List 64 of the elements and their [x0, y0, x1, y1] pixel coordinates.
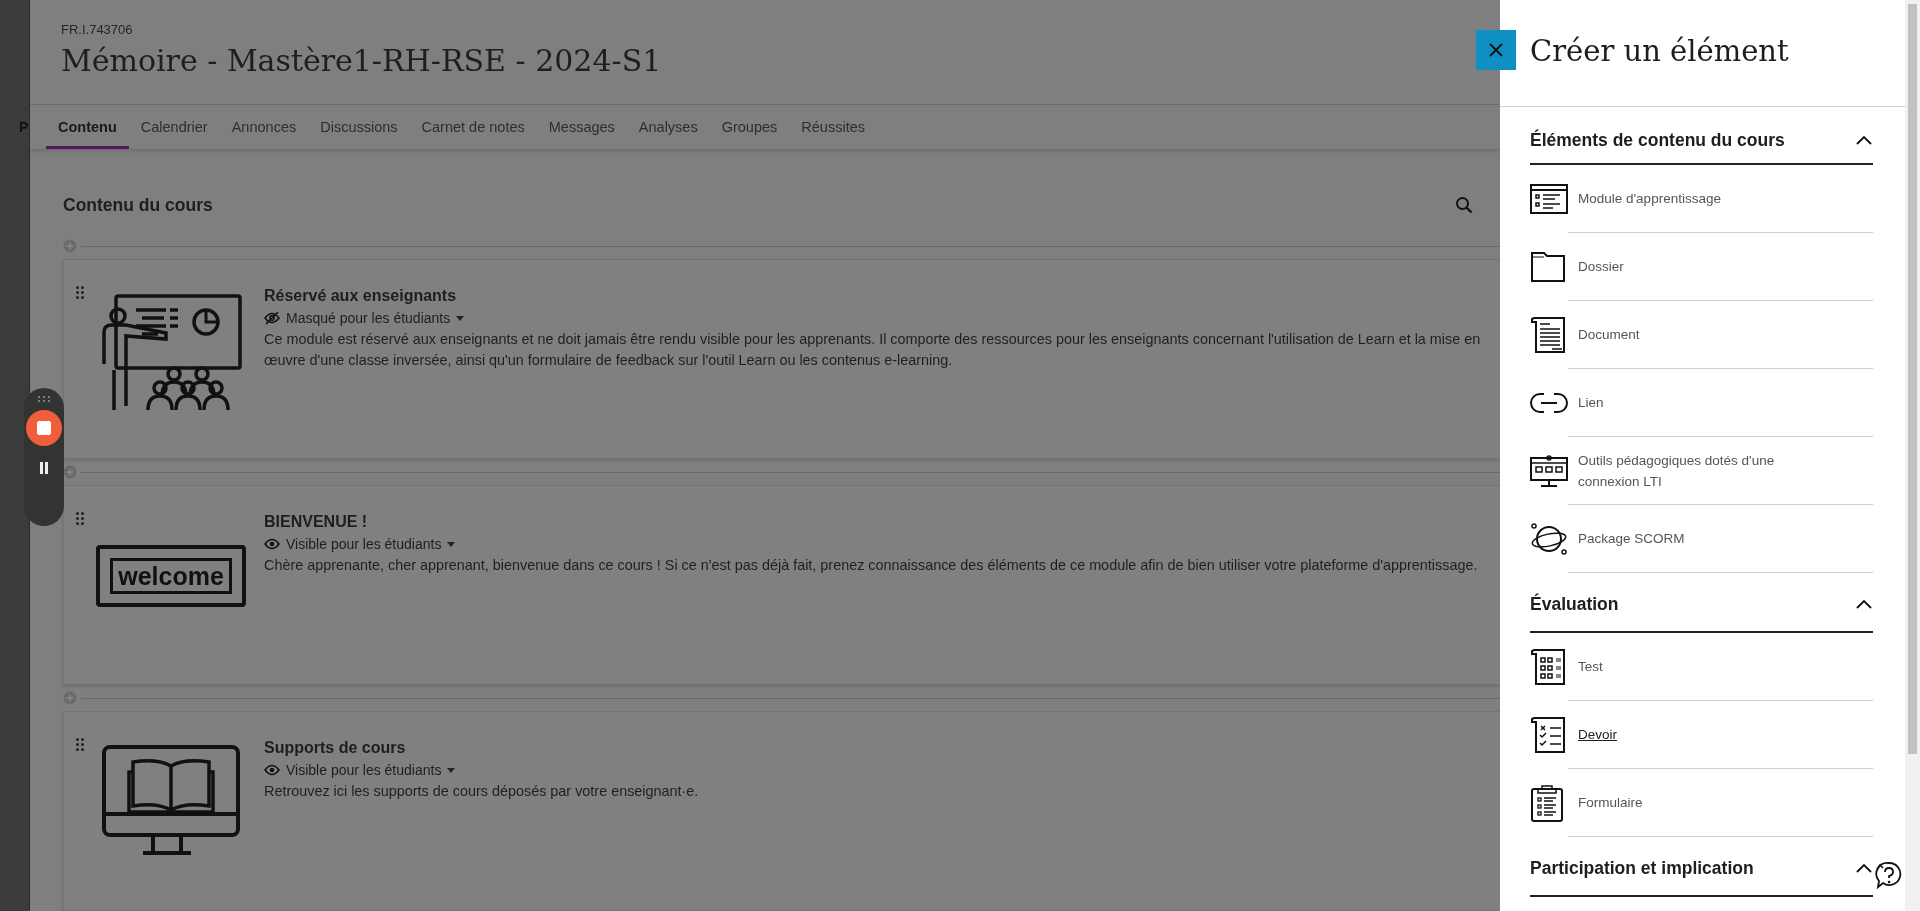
monitor-icon — [1530, 454, 1568, 488]
course-tab[interactable]: Calendrier — [128, 104, 220, 149]
course-tab[interactable]: Carnet de notes — [409, 104, 537, 149]
module-title[interactable]: Réservé aux enseignants — [264, 287, 1486, 305]
create-option-link[interactable]: Devoir — [1568, 701, 1873, 769]
module-description: Chère apprenante, cher apprenant, bienvenue dans ce cours ! Si ce n'est pas déjà fait, prenez connaissance des éléments de ce module afin de bien utiliser votre plateforme d'apprentissage. — [264, 556, 1478, 575]
stop-recording-button[interactable] — [26, 410, 62, 446]
course-tab[interactable]: Réussites — [789, 104, 877, 149]
search-icon[interactable] — [1455, 196, 1473, 215]
folder-icon — [1530, 251, 1566, 283]
welcome-sign: welcome — [96, 545, 246, 607]
course-tab[interactable]: Discussions — [308, 104, 410, 149]
stop-icon — [37, 421, 51, 435]
course-tab[interactable]: Analyses — [626, 104, 710, 149]
close-button[interactable] — [1476, 30, 1516, 70]
visibility-dropdown[interactable]: Visible pour les étudiants — [264, 762, 456, 778]
course-tab[interactable]: Contenu — [46, 104, 129, 149]
section-header[interactable]: Participation et implication — [1530, 837, 1873, 897]
visibility-label: Visible pour les étudiants — [286, 762, 442, 778]
drag-handle-icon[interactable] — [76, 286, 84, 299]
panel-title: Créer un élément — [1530, 34, 1790, 68]
planet-icon — [1530, 523, 1568, 555]
caret-icon — [456, 315, 465, 321]
document-icon — [1530, 316, 1568, 354]
module-title[interactable]: BIENVENUE ! — [264, 513, 1478, 531]
module-list-icon — [1530, 184, 1568, 214]
add-content-icon[interactable] — [63, 465, 77, 479]
visibility-label: Masqué pour les étudiants — [286, 310, 451, 326]
link-icon — [1530, 392, 1568, 414]
section-heading: Contenu du cours — [63, 194, 213, 216]
create-option-link[interactable]: Outils pédagogiques dotés d'une connexion LTI — [1568, 437, 1873, 505]
create-option-link[interactable]: Dossier — [1568, 233, 1873, 301]
visibility-dropdown[interactable]: Masqué pour les étudiants — [264, 310, 465, 326]
drag-handle-icon[interactable] — [76, 512, 84, 525]
course-tab[interactable]: Annonces — [219, 104, 309, 149]
create-option-link[interactable]: Package SCORM — [1568, 505, 1873, 573]
scrollbar[interactable] — [1905, 0, 1920, 911]
help-icon — [1874, 860, 1904, 890]
course-tab[interactable]: Groupes — [709, 104, 790, 149]
create-option-link[interactable]: Formulaire — [1568, 769, 1873, 837]
help-button[interactable] — [1874, 860, 1904, 890]
create-option-link[interactable]: Test — [1568, 633, 1873, 701]
module-title[interactable]: Supports de cours — [264, 739, 699, 757]
course-tab[interactable]: Messages — [536, 104, 627, 149]
section-header[interactable]: Évaluation — [1530, 573, 1873, 633]
section-header[interactable]: Éléments de contenu du cours — [1530, 107, 1873, 165]
caret-icon — [447, 767, 456, 773]
clipboard-icon — [1530, 783, 1564, 823]
checklist-icon — [1530, 716, 1568, 754]
module-description: Ce module est réservé aux enseignants et ne doit jamais être rendu visible pour les apprenants. Il comporte des ressources pour les enseignants concernant l'utilisation de Learn et la mise en œuvre d'une classe inversée, ainsi qu'un formulaire de feedback sur l'outil Learn ou les contenus e-learning. — [264, 330, 1482, 370]
drag-handle-icon[interactable] — [76, 738, 84, 751]
close-icon — [1489, 43, 1503, 57]
visibility-label: Visible pour les étudiants — [286, 536, 442, 552]
course-title: Mémoire - Mastère1-RH-RSE - 2024-S1 — [61, 43, 663, 78]
create-option-link[interactable]: Lien — [1568, 369, 1873, 437]
course-code: FR.I.743706 — [61, 22, 134, 37]
module-description: Retrouvez ici les supports de cours déposés par votre enseignant·e. — [264, 782, 699, 801]
create-option-link[interactable]: Module d'apprentissage — [1568, 165, 1873, 233]
create-option-link[interactable]: Document — [1568, 301, 1873, 369]
grip-icon[interactable] — [38, 396, 50, 402]
pause-icon[interactable] — [39, 462, 49, 474]
test-grid-icon — [1530, 648, 1568, 686]
visibility-dropdown[interactable]: Visible pour les étudiants — [264, 536, 456, 552]
caret-icon — [447, 541, 456, 547]
